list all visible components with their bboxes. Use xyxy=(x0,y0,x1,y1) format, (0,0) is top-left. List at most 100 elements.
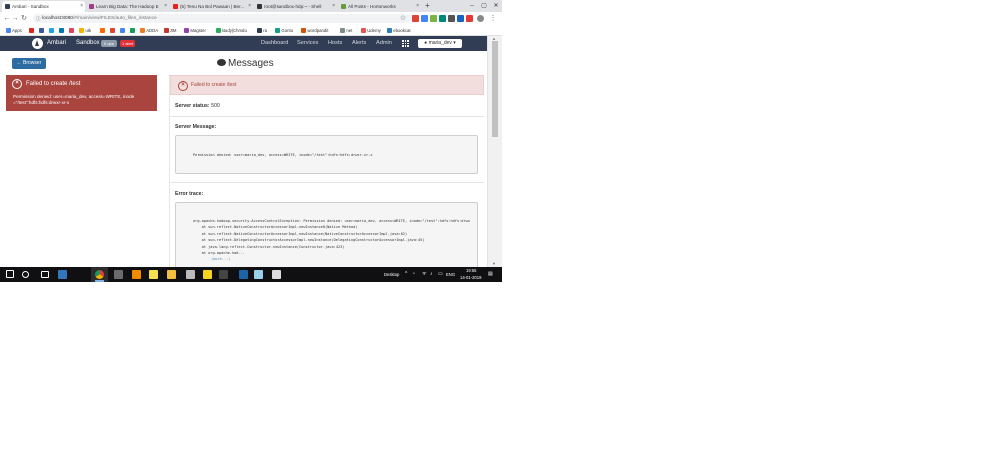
error-alert-title: Failed to create /test xyxy=(26,81,81,87)
extension-icon[interactable] xyxy=(457,15,464,22)
bookmark-icon xyxy=(79,28,85,33)
user-name: maria_dev ▾ xyxy=(428,40,456,46)
tool-icon[interactable] xyxy=(219,270,228,279)
browser-tab[interactable]: (5) Tenu Na Bol Pawaan | Ber... × xyxy=(170,1,253,12)
cluster-name[interactable]: Sandbox xyxy=(76,36,100,51)
sticky-notes-icon[interactable] xyxy=(203,270,212,279)
bookmark-item[interactable]: utk xyxy=(79,25,91,36)
error-trace-box: org.apache.hadoop.security.AccessControl… xyxy=(175,202,478,267)
maximize-icon[interactable]: ▢ xyxy=(478,0,490,12)
bookmark-item[interactable]: Apps xyxy=(6,25,22,36)
ambari-logo-icon[interactable] xyxy=(32,38,43,49)
reload-icon[interactable]: ↻ xyxy=(19,12,29,25)
views-grid-icon[interactable] xyxy=(402,40,409,47)
new-tab-button[interactable]: + xyxy=(425,0,430,12)
extension-icon[interactable] xyxy=(466,15,473,22)
divider xyxy=(170,182,484,183)
info-icon[interactable]: ⓘ xyxy=(36,14,41,23)
tab-close-icon[interactable]: × xyxy=(248,1,251,12)
edge-icon[interactable] xyxy=(58,270,67,279)
vlc-icon[interactable] xyxy=(132,270,141,279)
menu-services[interactable]: Services xyxy=(297,36,318,51)
tab-close-icon[interactable]: × xyxy=(332,1,335,12)
bookmark-item[interactable]: net xyxy=(340,25,352,36)
menu-admin[interactable]: Admin xyxy=(376,36,392,51)
bookmark-icon xyxy=(69,28,75,33)
browser-button[interactable]: ← Browser xyxy=(12,58,46,69)
tab-close-icon[interactable]: × xyxy=(416,1,419,12)
bookmark-icon xyxy=(100,28,106,33)
error-alert-detail: Permission denied: user=maria_dev, acces… xyxy=(13,94,135,105)
user-menu-button[interactable]: ● maria_dev ▾ xyxy=(418,39,462,48)
browser-tab[interactable]: Ambari - Sandbox × xyxy=(2,1,85,12)
error-trace-label: Error trace: xyxy=(175,191,204,197)
menu-kebab-icon[interactable]: ⋮ xyxy=(488,12,498,25)
extension-icon[interactable] xyxy=(412,15,419,22)
bookmark-icon xyxy=(215,28,221,33)
extension-icon[interactable] xyxy=(421,15,428,22)
error-alert[interactable]: × Failed to create /test Permission deni… xyxy=(6,75,157,111)
bookmark-item[interactable]: ra xyxy=(257,25,267,36)
alert-badge[interactable]: 1 alert xyxy=(120,40,136,47)
virtualbox-icon[interactable] xyxy=(239,270,248,279)
user-icon: ● xyxy=(424,40,428,46)
calculator-icon[interactable] xyxy=(114,270,123,279)
server-message-label: Server Message: xyxy=(175,124,217,130)
page-viewport: Ambari Sandbox 0 ops 1 alert Dashboard S… xyxy=(0,36,487,267)
tab-close-icon[interactable]: × xyxy=(80,1,83,12)
browser-tab[interactable]: root@sandbox-hdp:~ - Shell × xyxy=(254,1,337,12)
sticky-icon[interactable] xyxy=(149,270,158,279)
menu-dashboard[interactable]: Dashboard xyxy=(261,36,288,51)
address-bar[interactable]: ⓘ localhost:8080/#/main/view/FILES/auto_… xyxy=(33,14,411,23)
desktop-label[interactable]: Desktop xyxy=(384,272,399,277)
browser-tab[interactable]: All Posts - Hortonworks × xyxy=(338,1,421,12)
bookmark-item[interactable]: Udemy xyxy=(361,25,381,36)
bookmark-item[interactable]: wordpandit xyxy=(301,25,328,36)
profile-icon[interactable] xyxy=(477,15,484,22)
ops-badge[interactable]: 0 ops xyxy=(101,40,117,47)
extension-icon[interactable] xyxy=(439,15,446,22)
bookmark-icon xyxy=(140,28,146,33)
bookmark-item[interactable]: study|Chmdu xyxy=(215,25,247,36)
bookmark-item[interactable]: ebookcat xyxy=(387,25,411,36)
page-scrollbar[interactable]: ▲ ▼ xyxy=(487,36,502,267)
brand-name[interactable]: Ambari xyxy=(47,36,66,51)
browser-tab[interactable]: Learn Big Data: The Hadoop E × xyxy=(86,1,169,12)
scroll-down-icon[interactable]: ▼ xyxy=(492,261,496,266)
bookmark-item[interactable]: Gonto xyxy=(275,25,293,36)
start-icon[interactable] xyxy=(6,270,14,278)
task-view-icon[interactable] xyxy=(41,271,49,278)
extension-icon[interactable] xyxy=(448,15,455,22)
volume-icon[interactable]: ♪ xyxy=(430,271,433,277)
menu-hosts[interactable]: Hosts xyxy=(328,36,342,51)
network-icon[interactable]: ◔ xyxy=(412,271,415,277)
menu-alerts[interactable]: Alerts xyxy=(352,36,366,51)
bookmark-item[interactable]: ADDA xyxy=(140,25,158,36)
bookmark-icon xyxy=(29,28,35,33)
chevron-up-icon[interactable]: ^ xyxy=(405,271,407,277)
clock-time[interactable]: 19:55 xyxy=(466,268,476,273)
tab-close-icon[interactable]: × xyxy=(164,1,167,12)
bookmark-icon xyxy=(130,28,136,33)
battery-icon[interactable]: ▭ xyxy=(438,271,443,277)
bookmark-item[interactable]: JIM xyxy=(163,25,177,36)
bookmark-label: Magster xyxy=(190,28,206,33)
scrollbar-thumb[interactable] xyxy=(492,41,498,137)
extension-icon[interactable] xyxy=(430,15,437,22)
bookmark-icon xyxy=(387,28,393,33)
more-link[interactable]: (more...) xyxy=(211,257,230,261)
notification-icon[interactable]: ▤ xyxy=(488,271,493,277)
language-indicator[interactable]: ENG xyxy=(446,272,455,277)
clock-date[interactable]: 14-01-2019 xyxy=(460,275,481,280)
bookmark-item[interactable]: Magster xyxy=(184,25,206,36)
app-icon[interactable] xyxy=(254,270,263,279)
wifi-icon[interactable]: ᯤ xyxy=(422,271,427,277)
star-icon[interactable]: ☆ xyxy=(398,12,408,25)
close-window-icon[interactable]: ✕ xyxy=(490,0,502,12)
search-icon[interactable] xyxy=(22,271,29,278)
explorer-icon[interactable] xyxy=(167,270,176,279)
chrome-icon[interactable] xyxy=(95,270,104,279)
app2-icon[interactable] xyxy=(272,270,281,279)
monitor-icon[interactable] xyxy=(186,270,195,279)
minimize-icon[interactable]: – xyxy=(466,0,478,12)
